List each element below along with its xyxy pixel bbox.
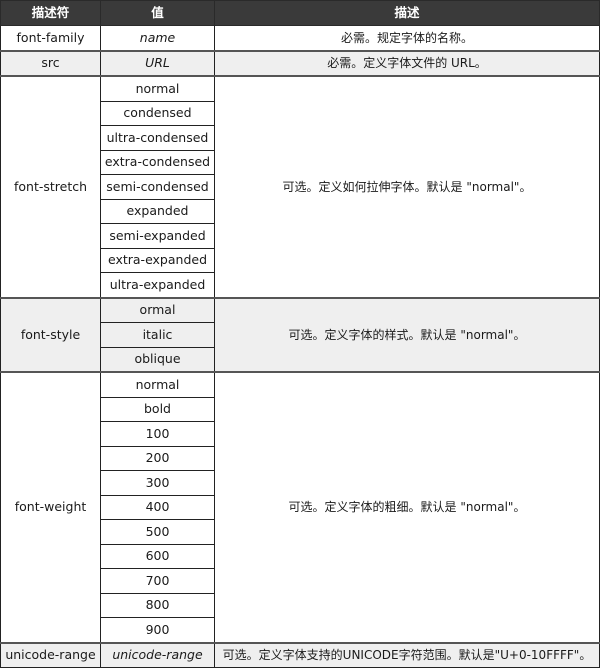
value-cell: normal xyxy=(100,371,215,398)
descriptor-cell: font-style xyxy=(0,296,101,373)
table-row: font-style ormal 可选。定义字体的样式。默认是 "normal"。 xyxy=(0,296,600,373)
table-body: font-family name 必需。规定字体的名称。 src URL 必需。定义字体文… xyxy=(0,25,600,668)
description-cell: 可选。定义字体支持的UNICODE字符范围。默认是"U+0-10FFFF"。 xyxy=(214,641,600,668)
description-cell: 可选。定义字体的粗细。默认是 "normal"。 xyxy=(214,371,600,643)
table-row: font-stretch normal 可选。定义如何拉伸字体。默认是 "norma… xyxy=(0,75,600,298)
value-cell: ultra-condensed xyxy=(100,125,215,151)
description-cell: 可选。定义如何拉伸字体。默认是 "normal"。 xyxy=(214,75,600,298)
value-cell: semi-expanded xyxy=(100,223,215,249)
descriptor-cell: font-stretch xyxy=(0,75,101,298)
header-value: 值 xyxy=(100,0,215,26)
value-cell: 900 xyxy=(100,617,215,643)
value-cell: unicode-range xyxy=(100,641,215,668)
descriptor-cell: font-weight xyxy=(0,371,101,643)
value-cell: 300 xyxy=(100,470,215,496)
value-cell: 400 xyxy=(100,494,215,520)
table-row: font-family name 必需。规定字体的名称。 xyxy=(0,25,600,51)
table-row: unicode-range unicode-range 可选。定义字体支持的UNIC… xyxy=(0,641,600,668)
value-cell: 200 xyxy=(100,445,215,471)
table-row: src URL 必需。定义字体文件的 URL。 xyxy=(0,49,600,77)
value-cell: 700 xyxy=(100,568,215,594)
descriptor-cell: src xyxy=(0,49,101,77)
value-cell: oblique xyxy=(100,346,215,373)
table-row: font-weight normal 可选。定义字体的粗细。默认是 "normal"… xyxy=(0,371,600,643)
description-cell: 必需。规定字体的名称。 xyxy=(214,25,600,51)
value-cell: 600 xyxy=(100,543,215,569)
value-cell: bold xyxy=(100,396,215,422)
descriptor-cell: unicode-range xyxy=(0,641,101,668)
value-cell: 500 xyxy=(100,519,215,545)
value-cell: ormal xyxy=(100,296,215,323)
value-cell: extra-condensed xyxy=(100,149,215,175)
value-cell: 100 xyxy=(100,421,215,447)
header-description: 描述 xyxy=(214,0,600,26)
value-cell: ultra-expanded xyxy=(100,272,215,298)
description-cell: 必需。定义字体文件的 URL。 xyxy=(214,49,600,77)
descriptor-cell: font-family xyxy=(0,25,101,51)
description-cell: 可选。定义字体的样式。默认是 "normal"。 xyxy=(214,296,600,373)
value-cell: normal xyxy=(100,75,215,102)
value-cell: name xyxy=(100,25,215,51)
font-face-descriptor-table: 描述符 值 描述 font-family name 必需。规定字体的名称。 src UR… xyxy=(0,0,600,668)
value-cell: semi-condensed xyxy=(100,174,215,200)
value-cell: italic xyxy=(100,322,215,348)
value-cell: condensed xyxy=(100,100,215,126)
value-cell: extra-expanded xyxy=(100,247,215,273)
header-row: 描述符 值 描述 xyxy=(0,0,600,26)
value-cell: 800 xyxy=(100,592,215,618)
value-cell: expanded xyxy=(100,198,215,224)
header-descriptor: 描述符 xyxy=(0,0,101,26)
value-cell: URL xyxy=(100,49,215,77)
